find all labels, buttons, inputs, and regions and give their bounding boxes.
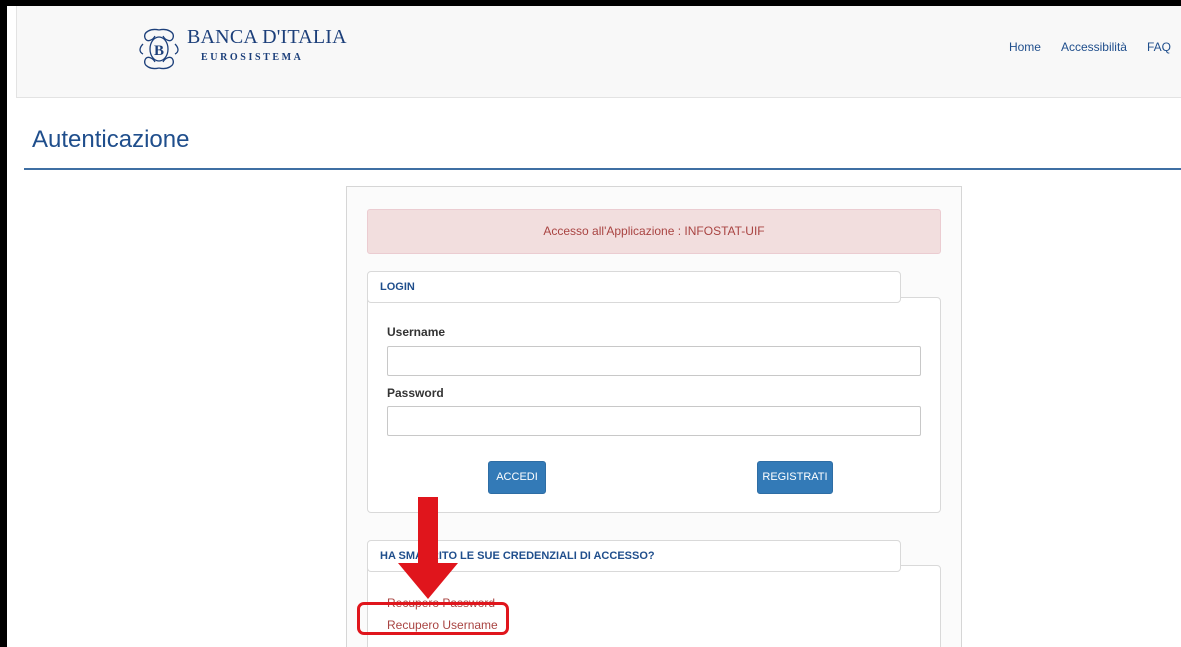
nav-faq-link[interactable]: FAQ: [1147, 40, 1171, 54]
svg-text:B: B: [154, 43, 164, 59]
username-input[interactable]: [387, 346, 921, 376]
annotation-arrow-icon: [398, 497, 458, 599]
screenshot-border-left: [0, 0, 7, 647]
brand-logo[interactable]: B BANCA D'ITALIA EUROSISTEMA: [137, 26, 347, 72]
login-legend: LOGIN: [367, 271, 901, 303]
username-label: Username: [387, 325, 446, 339]
login-fieldset: [367, 297, 941, 513]
nav-home-link[interactable]: Home: [1009, 40, 1041, 54]
nav-accessibility-link[interactable]: Accessibilità: [1061, 40, 1127, 54]
title-divider: [24, 168, 1181, 170]
accedi-button[interactable]: ACCEDI: [488, 461, 546, 494]
brand-subtitle: EUROSISTEMA: [201, 52, 304, 63]
password-label: Password: [387, 386, 444, 400]
top-navbar: B BANCA D'ITALIA EUROSISTEMA Home Access…: [16, 6, 1181, 98]
password-input[interactable]: [387, 406, 921, 436]
page-title: Autenticazione: [32, 126, 190, 153]
annotation-highlight-box: [357, 602, 509, 635]
application-alert: Accesso all'Applicazione : INFOSTAT-UIF: [367, 209, 941, 254]
nav-links: Home Accessibilità FAQ: [1009, 40, 1171, 54]
banca-italia-emblem-icon: B: [139, 28, 179, 70]
brand-title: BANCA D'ITALIA: [187, 26, 347, 48]
registrati-button[interactable]: REGISTRATI: [757, 461, 833, 494]
